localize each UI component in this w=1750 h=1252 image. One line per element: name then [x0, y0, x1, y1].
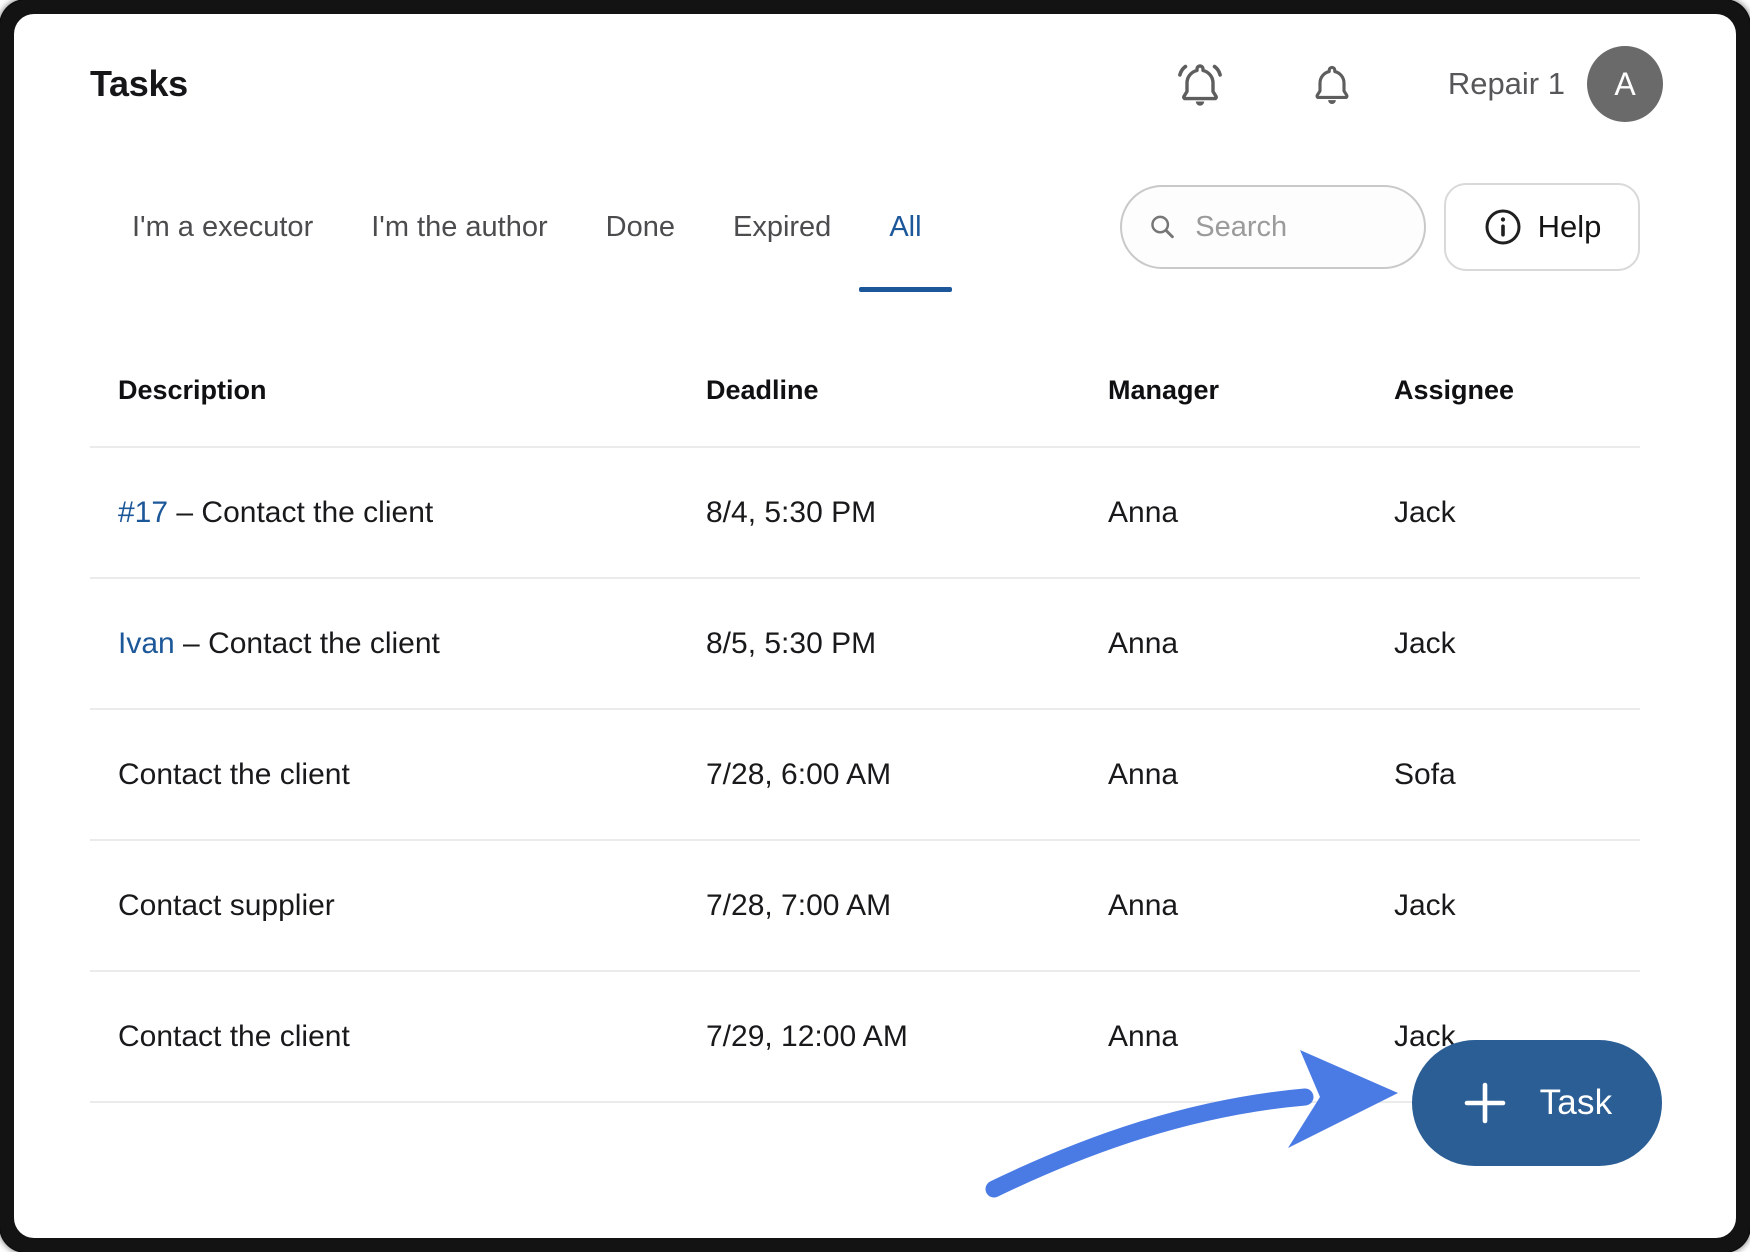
filters-row: I'm a executor I'm the author Done Expir…: [14, 154, 1736, 300]
task-manager: Anna: [1108, 627, 1394, 661]
add-task-button[interactable]: Task: [1412, 1040, 1662, 1166]
avatar[interactable]: A: [1587, 46, 1663, 122]
task-manager: Anna: [1108, 889, 1394, 923]
column-assignee: Assignee: [1394, 375, 1640, 406]
search-icon: [1148, 209, 1177, 245]
column-description: Description: [118, 375, 706, 406]
table-row[interactable]: #17 – Contact the client 8/4, 5:30 PM An…: [90, 448, 1640, 579]
table-row[interactable]: Ivan – Contact the client 8/5, 5:30 PM A…: [90, 579, 1640, 710]
task-deadline: 7/29, 12:00 AM: [706, 1020, 1108, 1054]
task-manager: Anna: [1108, 758, 1394, 792]
help-button[interactable]: Help: [1444, 183, 1640, 271]
search-box[interactable]: [1120, 185, 1426, 269]
table-header: Description Deadline Manager Assignee: [90, 300, 1640, 448]
task-description: Contact supplier: [118, 889, 335, 922]
task-description: – Contact the client: [168, 496, 433, 529]
task-manager: Anna: [1108, 496, 1394, 530]
plus-icon: [1462, 1080, 1508, 1126]
tab-im-a-executor[interactable]: I'm a executor: [132, 211, 313, 244]
help-label: Help: [1538, 209, 1602, 245]
workspace-name[interactable]: Repair 1: [1448, 66, 1565, 102]
search-input[interactable]: [1195, 211, 1400, 244]
tasks-table: Description Deadline Manager Assignee #1…: [90, 300, 1640, 1103]
table-row[interactable]: Contact supplier 7/28, 7:00 AM Anna Jack: [90, 841, 1640, 972]
page-title: Tasks: [90, 63, 188, 105]
task-deadline: 8/5, 5:30 PM: [706, 627, 1108, 661]
tab-expired[interactable]: Expired: [733, 211, 831, 244]
tab-done[interactable]: Done: [606, 211, 675, 244]
add-task-label: Task: [1540, 1083, 1613, 1123]
notifications-ringing-button[interactable]: [1174, 57, 1226, 111]
app-window: Tasks Repair 1 A: [14, 14, 1736, 1238]
bell-ringing-icon: [1174, 57, 1226, 111]
top-bar: Tasks Repair 1 A: [14, 14, 1736, 154]
top-right-cluster: Repair 1 A: [1174, 46, 1663, 122]
table-row[interactable]: Contact the client 7/29, 12:00 AM Anna J…: [90, 972, 1640, 1103]
task-description: – Contact the client: [175, 627, 440, 660]
task-deadline: 7/28, 7:00 AM: [706, 889, 1108, 923]
task-manager: Anna: [1108, 1020, 1394, 1054]
task-assignee: Jack: [1394, 496, 1640, 530]
tab-all[interactable]: All: [889, 211, 921, 244]
task-deadline: 8/4, 5:30 PM: [706, 496, 1108, 530]
table-row[interactable]: Contact the client 7/28, 6:00 AM Anna So…: [90, 710, 1640, 841]
notifications-button[interactable]: [1308, 57, 1356, 111]
bell-icon: [1308, 57, 1356, 111]
screenshot-stage: Tasks Repair 1 A: [0, 0, 1750, 1252]
column-deadline: Deadline: [706, 375, 1108, 406]
task-assignee: Sofa: [1394, 758, 1640, 792]
task-id-link[interactable]: #17: [118, 496, 168, 529]
task-id-link[interactable]: Ivan: [118, 627, 175, 660]
tabs: I'm a executor I'm the author Done Expir…: [132, 211, 922, 244]
column-manager: Manager: [1108, 375, 1394, 406]
tab-im-the-author[interactable]: I'm the author: [371, 211, 547, 244]
task-assignee: Jack: [1394, 627, 1640, 661]
task-description: Contact the client: [118, 1020, 350, 1053]
task-assignee: Jack: [1394, 889, 1640, 923]
info-icon: [1483, 207, 1523, 247]
task-description: Contact the client: [118, 758, 350, 791]
task-deadline: 7/28, 6:00 AM: [706, 758, 1108, 792]
